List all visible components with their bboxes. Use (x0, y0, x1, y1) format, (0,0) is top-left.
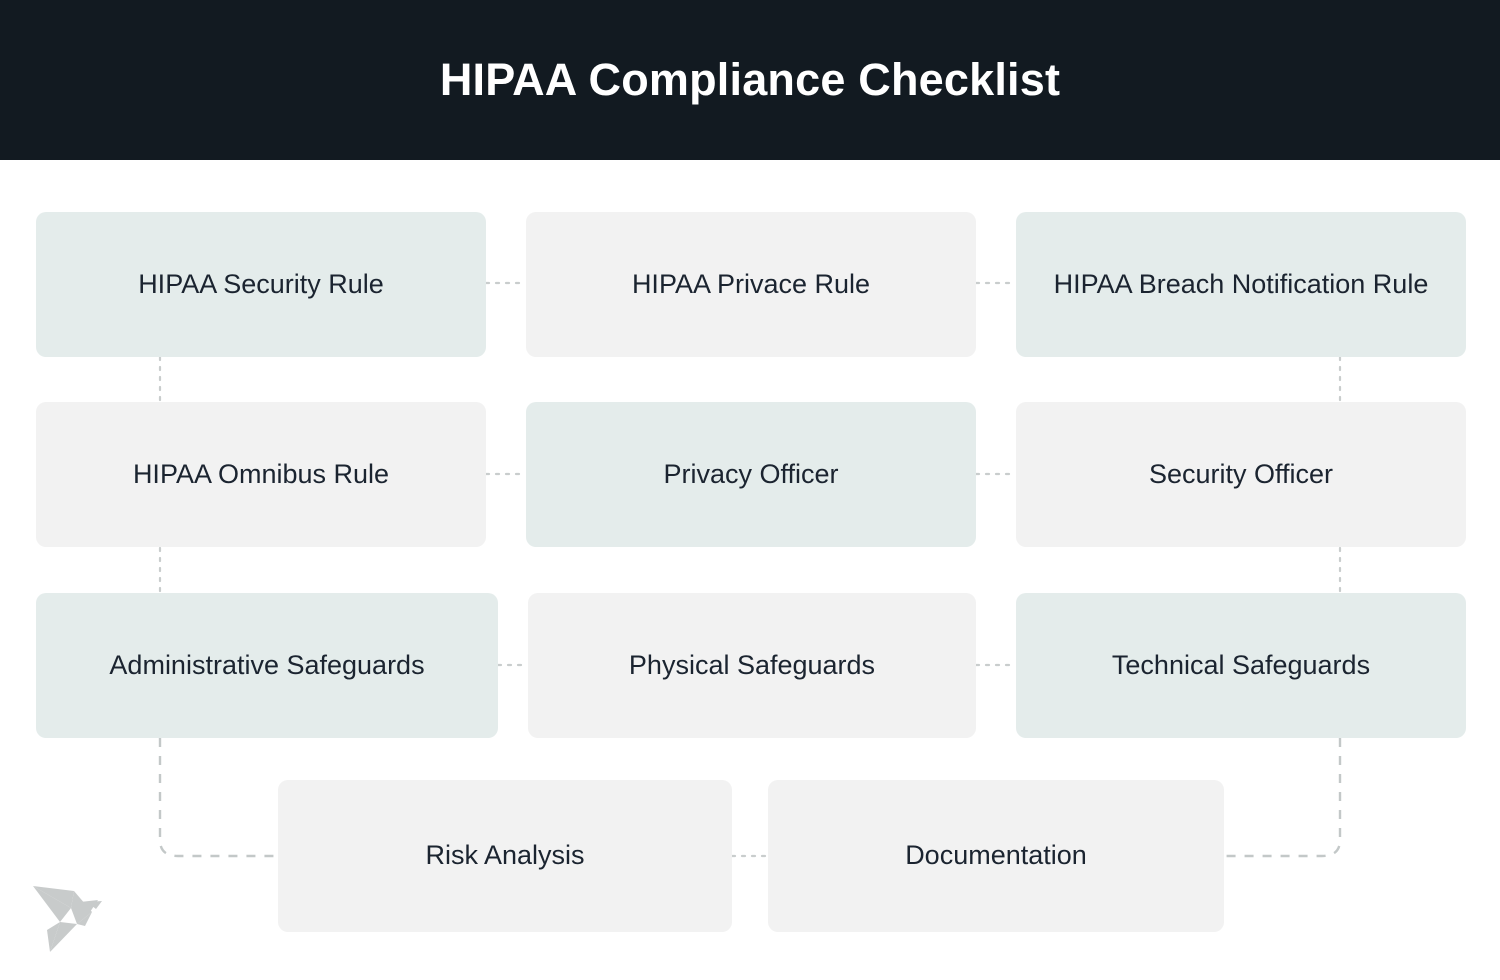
node-label: Technical Safeguards (1111, 649, 1371, 680)
page-title: HIPAA Compliance Checklist (439, 54, 1061, 105)
node-label: HIPAA Omnibus Rule (132, 458, 390, 489)
connector-technical-to-documentation (1224, 738, 1342, 858)
node-physical-safeguards[interactable]: Physical Safeguards (528, 593, 976, 738)
node-hipaa-security-rule[interactable]: HIPAA Security Rule (36, 212, 486, 357)
node-label: Risk Analysis (425, 840, 585, 871)
node-label: HIPAA Privace Rule (631, 268, 871, 299)
node-administrative-safeguards[interactable]: Administrative Safeguards (36, 593, 498, 738)
node-label: HIPAA Breach Notification Rule (1053, 268, 1429, 299)
node-hipaa-breach-notification-rule[interactable]: HIPAA Breach Notification Rule (1016, 212, 1466, 357)
node-label: Documentation (905, 840, 1087, 871)
node-risk-analysis[interactable]: Risk Analysis (278, 780, 732, 932)
node-label: Physical Safeguards (628, 649, 876, 680)
origami-bird-logo (33, 886, 102, 952)
node-documentation[interactable]: Documentation (768, 780, 1224, 932)
diagram-page: HIPAA Compliance Checklist HIPAA Securit… (0, 0, 1500, 980)
node-label: Administrative Safeguards (109, 649, 425, 680)
node-technical-safeguards[interactable]: Technical Safeguards (1016, 593, 1466, 738)
node-hipaa-omnibus-rule[interactable]: HIPAA Omnibus Rule (36, 402, 486, 547)
node-privacy-officer[interactable]: Privacy Officer (526, 402, 976, 547)
node-security-officer[interactable]: Security Officer (1016, 402, 1466, 547)
node-hipaa-privace-rule[interactable]: HIPAA Privace Rule (526, 212, 976, 357)
node-label: Privacy Officer (663, 458, 839, 489)
node-label: Security Officer (1148, 458, 1334, 489)
connector-administrative-to-risk-analysis (158, 738, 278, 858)
node-label: HIPAA Security Rule (138, 268, 384, 299)
header-bar: HIPAA Compliance Checklist (0, 0, 1500, 160)
